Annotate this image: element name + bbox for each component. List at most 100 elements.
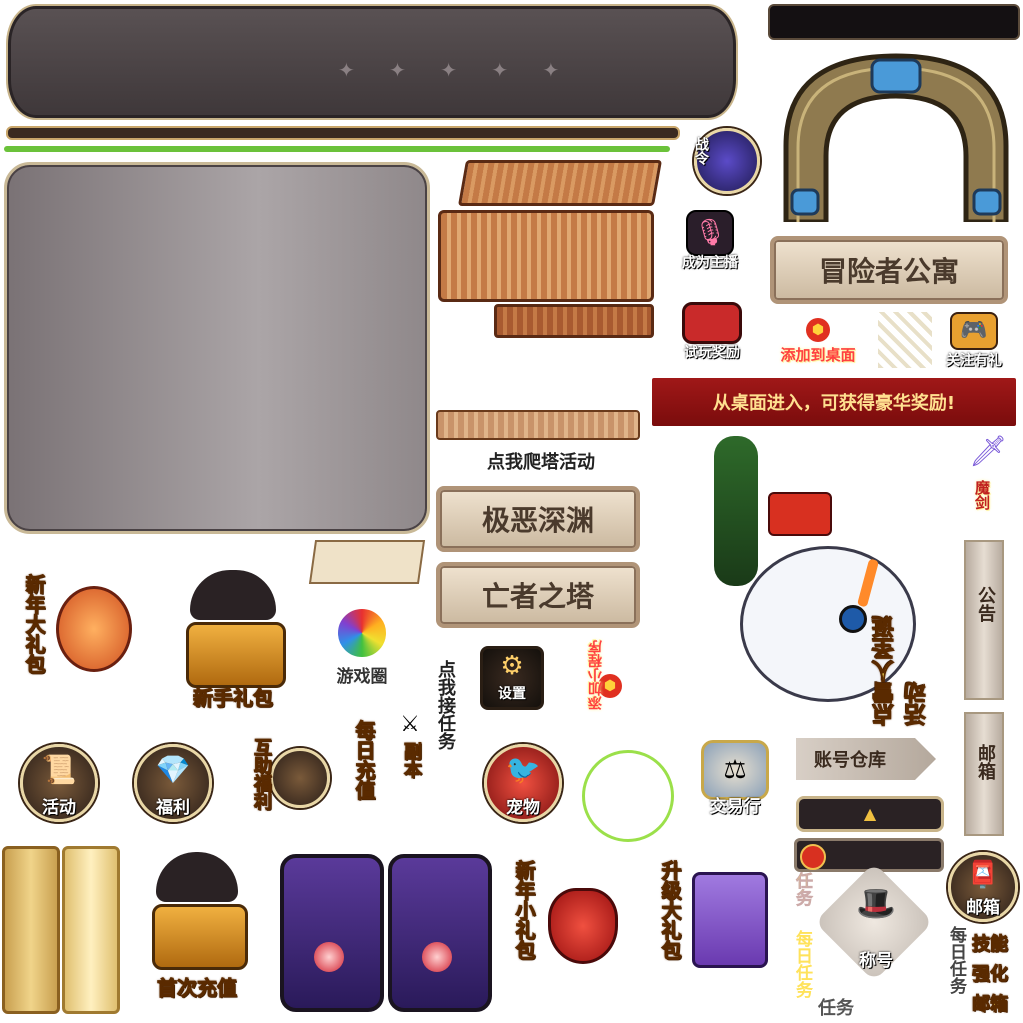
mailbox-tab-label: 邮箱 <box>975 744 996 780</box>
mailbox-label: 邮箱 <box>966 898 1000 918</box>
wood-board-top <box>457 160 663 206</box>
gem-box-icon: 💎 <box>155 753 191 786</box>
abyss-label: 极恶深渊 <box>481 504 594 537</box>
tower-of-dead-label: 亡者之塔 <box>481 580 594 613</box>
add-to-desktop-button[interactable]: ⬢ 添加到桌面 <box>770 318 866 368</box>
magic-sword-button[interactable]: 🗡 魔剑 <box>958 434 1018 524</box>
pet-label: 宠物 <box>506 798 540 818</box>
game-circle-button[interactable]: 游戏圈 <box>318 596 406 692</box>
battle-pass-label: 战令 <box>693 137 709 165</box>
god-of-wealth-illustration <box>56 586 132 672</box>
task-tab-1[interactable]: 任务 <box>790 872 814 932</box>
newbie-pack-button[interactable]: 新手礼包 <box>168 566 298 716</box>
first-recharge-button[interactable]: 首次充值 <box>138 848 256 1004</box>
paper-note <box>308 540 426 584</box>
gift-box-icon <box>692 872 768 968</box>
handshake-icon <box>270 748 330 808</box>
gear-icon: ⚙ <box>500 651 524 681</box>
daily-task-tab-1[interactable]: 每日任务 <box>790 930 814 1020</box>
dungeon-label: 副本 <box>401 742 423 779</box>
follow-gift-label: 关注有礼 <box>946 353 1002 369</box>
activity-label: 活动 <box>42 798 76 818</box>
stone-archway <box>776 46 1016 225</box>
daily-recharge-label: 每日充值 <box>352 720 377 801</box>
christmas-tree-illustration <box>714 436 758 586</box>
triangle-up-icon: ▲ <box>863 804 877 823</box>
tower-event-label: 点我爬塔活动 <box>487 452 595 473</box>
welfare-button[interactable]: 💎 福利 <box>134 744 212 822</box>
daily-task2-label: 每日任务 <box>946 926 966 994</box>
become-streamer-label: 成为主播 <box>682 255 738 271</box>
light-stripes <box>878 312 932 368</box>
trial-reward-label: 试玩奖励 <box>684 345 740 361</box>
wood-board-large <box>438 210 654 302</box>
pet-button[interactable]: 🐦 宠物 <box>484 744 562 822</box>
account-warehouse-label: 账号仓库 <box>814 750 886 771</box>
mutual-aid-button[interactable]: 互助福利 <box>248 738 330 834</box>
announcement-tab[interactable]: 公告 <box>964 540 1004 700</box>
upgrade-pack-button[interactable]: 升级大礼包 <box>656 852 776 1002</box>
daily-task1-label: 每日任务 <box>792 930 812 998</box>
account-warehouse-button[interactable]: 账号仓库 <box>796 738 936 780</box>
microphone-icon: 🎙 <box>686 210 734 256</box>
new-year-pack-label: 新年大礼包 <box>22 574 47 675</box>
red-gem-icon <box>422 942 452 972</box>
crystal-shield-2 <box>388 854 492 1012</box>
progress-bar-frame <box>6 126 680 140</box>
mailbox-button[interactable]: 📮 邮箱 <box>948 852 1018 922</box>
dark-strip <box>768 4 1020 40</box>
become-streamer-button[interactable]: 🎙 成为主播 <box>680 210 740 272</box>
adventurer-apartment-plaque[interactable]: 冒险者公寓 <box>770 236 1008 304</box>
add-mini-program-button[interactable]: ⬢ 添加小程序 <box>586 640 632 750</box>
title-label: 称号 <box>859 951 893 971</box>
trial-reward-button[interactable]: 试玩奖励 <box>676 302 748 364</box>
handheld-console-icon <box>682 302 742 344</box>
mailbox-tab[interactable]: 邮箱 <box>964 712 1004 836</box>
snowman-event-label: 点雪人圣诞活动 <box>873 616 931 727</box>
snowman-event-art[interactable]: 点雪人圣诞活动 <box>660 436 950 727</box>
daily-task-tab-2[interactable]: 每日任务 <box>944 926 968 1020</box>
red-pouch-icon <box>548 888 618 964</box>
settings-label: 设置 <box>498 686 526 702</box>
target-icon <box>800 844 826 870</box>
battle-pass-button[interactable]: 战令 <box>693 128 760 194</box>
settings-button[interactable]: ⚙ 设置 <box>480 646 544 710</box>
sword-icon: 🗡 <box>968 434 1008 469</box>
honeycomb-icon: ⬢ <box>806 318 830 342</box>
snowman-eye-icon <box>839 605 867 633</box>
announcement-label: 公告 <box>975 586 996 622</box>
new-year-pack-button[interactable]: 新年大礼包 <box>20 574 132 704</box>
task-label-bottom[interactable]: 任务 <box>818 994 878 1020</box>
green-progress-bar <box>4 146 670 152</box>
gold-tab-left <box>2 846 60 1014</box>
enhance-label[interactable]: 强化 <box>972 960 1009 986</box>
game-circle-label: 游戏圈 <box>336 667 388 687</box>
trade-scale-icon: ⚖ <box>701 740 769 800</box>
treasure-chest-icon <box>152 904 248 970</box>
mailbox-icon: 📮 <box>966 860 1000 890</box>
collapse-toggle[interactable]: ▲ <box>796 796 944 832</box>
mutual-aid-label: 互助福利 <box>251 738 273 811</box>
mail-label[interactable]: 邮箱 <box>972 990 1009 1016</box>
desktop-reward-text: 从桌面进入，可获得豪华奖励! <box>712 393 956 414</box>
abyss-plaque[interactable]: 极恶深渊 <box>436 486 640 552</box>
content-panel-frame <box>4 162 430 534</box>
gold-tab-right <box>62 846 120 1014</box>
tower-of-dead-plaque[interactable]: 亡者之塔 <box>436 562 640 628</box>
daily-recharge-button[interactable]: 每日充值 <box>348 720 382 840</box>
tower-event-link[interactable]: 点我爬塔活动 <box>436 448 646 473</box>
scroll-icon: 📜 <box>41 753 77 786</box>
add-to-desktop-label: 添加到桌面 <box>780 346 856 364</box>
newbie-pack-label: 新手礼包 <box>193 686 274 711</box>
treasure-chest-icon <box>186 622 286 688</box>
trade-button[interactable]: ⚖ 交易行 <box>694 740 776 820</box>
dungeon-button[interactable]: ⚔ 副本 <box>392 712 428 802</box>
new-year-small-pack-button[interactable]: 新年小礼包 <box>510 852 620 1002</box>
crystal-shield-1 <box>280 854 384 1012</box>
skill-label[interactable]: 技能 <box>972 930 1009 956</box>
follow-gift-button[interactable]: 🎮 关注有礼 <box>934 312 1014 372</box>
adventurer-apartment-label: 冒险者公寓 <box>818 255 959 288</box>
pet-bird-icon: 🐦 <box>505 753 541 786</box>
activity-button[interactable]: 📜 活动 <box>20 744 98 822</box>
accept-task-link[interactable]: 点我接任务 <box>430 640 460 830</box>
